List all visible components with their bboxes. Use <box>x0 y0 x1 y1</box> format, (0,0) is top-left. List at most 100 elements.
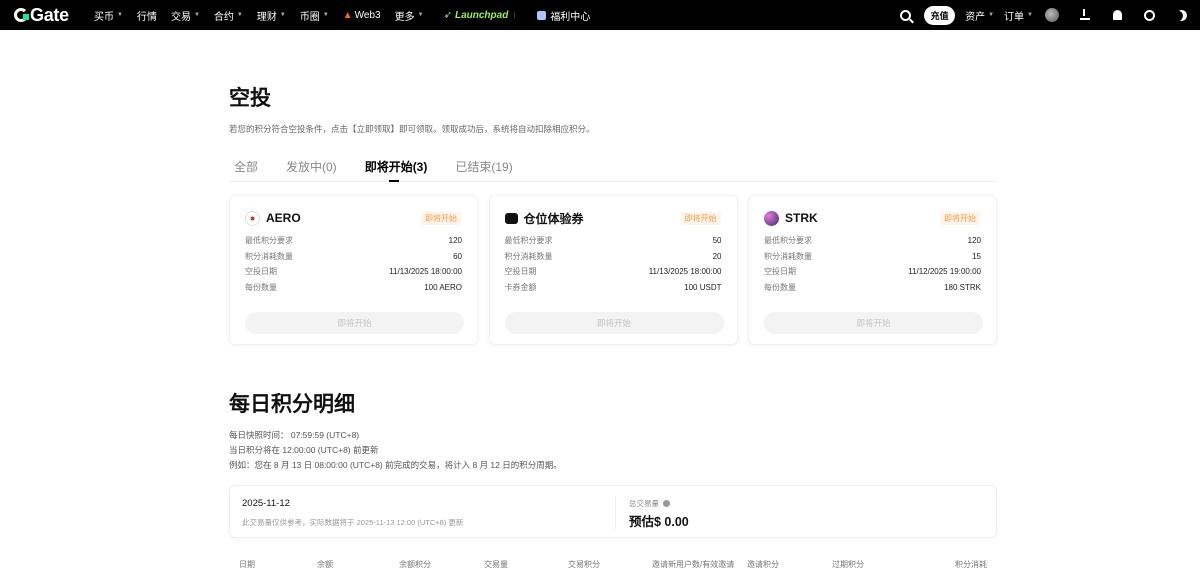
card-title: 仓位体验券 <box>523 211 584 226</box>
detail-key: 积分消耗数量 <box>504 251 553 261</box>
upcoming-button[interactable]: 即将开始 <box>245 312 464 334</box>
nav-item-square[interactable]: 币圈 ▼ <box>300 8 329 23</box>
card-details: 最低积分要求 120 积分消耗数量 60 空投日期 11/13/2025 18:00:… <box>245 233 462 295</box>
daily-points-info: 每日快照时间： 07:59:59 (UTC+8) 当日积分将在 12:00:00… <box>229 428 562 473</box>
detail-row: 最低积分要求 120 <box>245 233 462 249</box>
detail-row: 空投日期 11/12/2025 19:00:00 <box>764 264 981 280</box>
nav-item-more[interactable]: 更多 ▼ <box>395 8 424 23</box>
detail-row: 最低积分要求 120 <box>764 233 981 249</box>
detail-key: 空投日期 <box>504 267 537 277</box>
detail-value: 11/13/2025 18:00:00 <box>389 267 462 277</box>
nav-menu: 买币 ▼ 行情 交易 ▼ 合约 ▼ 理财 ▼ 币圈 ▼ ▲ Web3 更多 ▼ ➶ Launch… <box>94 8 604 23</box>
detail-value: 100 AERO <box>424 282 462 292</box>
avatar[interactable] <box>1045 8 1059 22</box>
download-icon <box>1080 9 1090 20</box>
summary-note: 此交易量仅供参考，实际数据将于 2025-11-13 12:00 (UTC+8)… <box>242 518 464 527</box>
detail-row: 积分消耗数量 15 <box>764 249 981 265</box>
column-header-trade-points: 交易积分 <box>568 560 600 569</box>
chevron-down-icon: ▼ <box>193 12 200 18</box>
summary-date: 2025-11-12 <box>242 498 290 509</box>
detail-row: 卡券金额 100 USDT <box>505 280 722 296</box>
column-header-expired-points: 过期积分 <box>832 560 864 569</box>
detail-value: 120 <box>967 236 981 246</box>
nav-item-rewards-hub[interactable]: 福利中心 <box>537 8 590 23</box>
rocket-icon: ➶ <box>443 9 452 21</box>
detail-row: 积分消耗数量 60 <box>245 249 462 265</box>
aero-token-icon <box>245 210 260 226</box>
detail-row: 每份数量 180 STRK <box>764 280 981 296</box>
nav-label: 订单 <box>1004 11 1025 23</box>
daily-summary-card: 2025-11-12 此交易量仅供参考，实际数据将于 2025-11-13 12… <box>229 485 997 538</box>
detail-key: 最低积分要求 <box>245 236 293 246</box>
detail-value: 11/12/2025 19:00:00 <box>908 267 981 277</box>
globe-icon <box>1143 9 1155 21</box>
nav-item-trade[interactable]: 交易 ▼ <box>171 8 200 23</box>
nav-item-web3[interactable]: ▲ Web3 <box>343 10 381 21</box>
points-table-header: 日期 余额 余额积分 交易量 交易积分 邀请新用户数/有效邀请 邀请积分 过期积… <box>239 559 987 571</box>
chevron-down-icon: ▼ <box>279 12 286 18</box>
detail-row: 最低积分要求 50 <box>505 233 722 249</box>
nav-item-assets[interactable]: 资产 ▼ <box>965 8 994 23</box>
detail-key: 最低积分要求 <box>504 236 553 246</box>
search-icon <box>899 9 911 21</box>
chevron-down-icon: ▼ <box>417 12 424 18</box>
detail-key: 每份数量 <box>245 282 277 292</box>
upcoming-button[interactable]: 即将开始 <box>764 312 983 334</box>
theme-toggle[interactable] <box>1174 8 1188 22</box>
nav-item-futures[interactable]: 合约 ▼ <box>214 8 243 23</box>
card-title: AERO <box>266 211 301 225</box>
nav-item-markets[interactable]: 行情 <box>137 8 157 23</box>
tab-ended[interactable]: 已结束(19) <box>450 158 512 182</box>
detail-value: 11/13/2025 18:00:00 <box>648 267 722 277</box>
column-header-points-used: 积分消耗 <box>955 560 987 569</box>
nav-label: 买币 <box>94 11 114 23</box>
download-button[interactable] <box>1078 8 1092 22</box>
divider <box>615 496 616 529</box>
nav-label: 币圈 <box>299 11 320 23</box>
nav-label: 行情 <box>136 11 157 23</box>
search-button[interactable] <box>898 8 912 22</box>
nav-item-launchpad[interactable]: ➶ Launchpad ⋮ <box>444 10 518 21</box>
nav-item-earn[interactable]: 理财 ▼ <box>257 8 286 23</box>
strk-token-icon <box>764 210 779 226</box>
detail-key: 积分消耗数量 <box>245 251 293 261</box>
daily-points-title: 每日积分明细 <box>229 393 355 416</box>
nav-right: 充值 资产 ▼ 订单 ▼ <box>889 0 1200 30</box>
chevron-down-icon: ▼ <box>322 12 329 18</box>
status-badge: 即将开始 <box>680 212 721 225</box>
info-icon[interactable] <box>663 500 670 507</box>
detail-value: 15 <box>972 251 981 261</box>
upcoming-button[interactable]: 即将开始 <box>504 312 724 334</box>
nav-label: 福利中心 <box>550 11 591 23</box>
volume-label: 总交易量 <box>629 498 670 509</box>
airdrop-card-aero: AERO 即将开始 最低积分要求 120 积分消耗数量 60 空投日期 11/13/2… <box>229 195 478 345</box>
detail-value: 50 <box>712 236 722 246</box>
ticket-icon <box>504 212 518 224</box>
detail-key: 每份数量 <box>764 282 796 292</box>
detail-value: 60 <box>453 251 462 261</box>
tab-all[interactable]: 全部 <box>229 158 258 182</box>
tab-upcoming[interactable]: 即将开始(3) <box>360 158 427 182</box>
column-header-invites: 邀请新用户数/有效邀请 <box>652 560 735 569</box>
notifications-button[interactable] <box>1110 8 1124 22</box>
column-header-invite-points: 邀请积分 <box>747 560 779 569</box>
detail-value: 180 STRK <box>944 282 981 292</box>
nav-item-orders[interactable]: 订单 ▼ <box>1004 8 1033 23</box>
nav-label: Web3 <box>354 9 381 21</box>
language-button[interactable] <box>1142 8 1156 22</box>
status-badge: 即将开始 <box>940 212 980 225</box>
snapshot-time-line: 每日快照时间： 07:59:59 (UTC+8) <box>229 430 360 440</box>
tab-ongoing[interactable]: 发放中(0) <box>281 158 337 182</box>
detail-row: 空投日期 11/13/2025 18:00:00 <box>245 264 462 280</box>
chevron-down-icon: ▼ <box>988 12 995 18</box>
detail-value: 120 <box>448 236 462 246</box>
flame-icon: ▲ <box>342 9 353 21</box>
nav-label: 交易 <box>170 11 191 23</box>
airdrop-card-position-voucher: 仓位体验券 即将开始 最低积分要求 50 积分消耗数量 20 空投日期 11/13/2… <box>488 195 738 345</box>
volume-value: 预估$ 0.00 <box>629 515 689 529</box>
gate-logo[interactable]: Gate <box>14 5 86 26</box>
detail-key: 空投日期 <box>764 267 796 277</box>
deposit-button[interactable]: 充值 <box>924 5 956 25</box>
chevron-down-icon: ▼ <box>236 12 243 18</box>
nav-item-buy-crypto[interactable]: 买币 ▼ <box>94 8 123 23</box>
